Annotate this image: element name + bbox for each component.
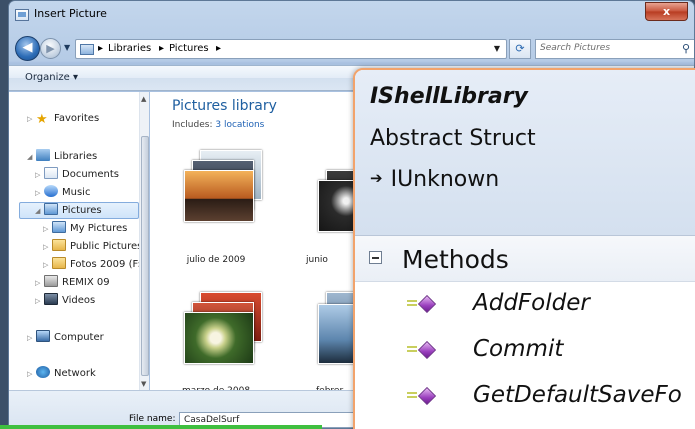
breadcrumb-separator-icon[interactable]: ▸ xyxy=(98,43,103,54)
computer-icon xyxy=(36,330,50,342)
dialog-icon xyxy=(15,9,29,21)
inheritance-arrow-icon: ➔ xyxy=(370,169,383,187)
breadcrumb-separator-icon[interactable]: ▸ xyxy=(159,43,164,54)
expand-icon[interactable]: ▷ xyxy=(35,297,44,305)
scrollbar-thumb[interactable] xyxy=(141,136,149,376)
refresh-button[interactable]: ⟳ xyxy=(509,39,531,59)
collapse-icon[interactable]: ◢ xyxy=(35,207,44,215)
close-button[interactable]: x xyxy=(645,2,688,21)
nav-item-pictures[interactable]: ◢ Pictures xyxy=(19,202,139,219)
scroll-down-icon[interactable]: ▼ xyxy=(141,380,146,388)
search-input[interactable]: Search Pictures ⚲ xyxy=(535,39,694,59)
folder-icon xyxy=(52,257,66,269)
forward-button[interactable]: ▶ xyxy=(40,38,61,59)
videos-icon xyxy=(44,293,58,305)
class-kind: Abstract Struct xyxy=(370,126,536,151)
collapse-icon[interactable]: ◢ xyxy=(27,153,36,161)
method-icon xyxy=(407,386,439,408)
class-diagram-shape[interactable]: IShellLibrary Abstract Struct ➔ IUnknown … xyxy=(353,68,695,429)
nav-pane-scrollbar[interactable]: ▲ ▼ xyxy=(139,92,149,390)
methods-section-header[interactable]: Methods xyxy=(355,236,695,282)
locations-link[interactable]: 3 locations xyxy=(215,120,264,130)
pictures-folder-icon xyxy=(52,221,66,233)
expand-icon[interactable]: ▷ xyxy=(43,261,52,269)
method-name: Commit xyxy=(473,336,564,362)
section-label: Methods xyxy=(402,245,509,274)
file-name-label: File name: xyxy=(129,414,176,424)
nav-item-computer[interactable]: ▷ Computer xyxy=(27,330,104,347)
nav-item-fotos-2009[interactable]: ▷ Fotos 2009 (F:) xyxy=(43,257,145,274)
library-title: Pictures library xyxy=(172,98,277,114)
drive-icon xyxy=(44,275,58,287)
breadcrumb-separator-icon[interactable]: ▸ xyxy=(216,43,221,54)
expand-icon[interactable]: ▷ xyxy=(43,243,52,251)
nav-item-my-pictures[interactable]: ▷ My Pictures xyxy=(43,221,127,238)
music-icon xyxy=(44,185,58,197)
navigation-row: ◀ ▶ ▼ ▸ Libraries ▸ Pictures ▸ ▼ ⟳ Searc… xyxy=(9,35,694,61)
title-bar: Insert Picture x xyxy=(9,1,694,29)
breadcrumb-pictures[interactable]: Pictures xyxy=(169,43,209,54)
nav-item-music[interactable]: ▷ Music xyxy=(35,185,90,202)
green-highlight-bar xyxy=(0,425,322,429)
organize-button[interactable]: Organize ▾ xyxy=(25,72,78,83)
folder-thumbnail[interactable] xyxy=(182,150,268,224)
nav-item-remix-09[interactable]: ▷ REMIX 09 xyxy=(35,275,110,292)
method-icon xyxy=(407,294,439,316)
class-name[interactable]: IShellLibrary xyxy=(370,84,528,109)
folder-icon xyxy=(52,239,66,251)
method-icon xyxy=(407,340,439,362)
nav-item-public-pictures[interactable]: ▷ Public Pictures xyxy=(43,239,142,256)
recent-pages-chevron-down-icon[interactable]: ▼ xyxy=(64,43,70,52)
nav-item-videos[interactable]: ▷ Videos xyxy=(35,293,95,310)
method-name: AddFolder xyxy=(473,290,590,316)
dialog-title: Insert Picture xyxy=(34,7,107,20)
expand-icon[interactable]: ▷ xyxy=(35,189,44,197)
class-header: IShellLibrary Abstract Struct ➔ IUnknown xyxy=(355,70,695,236)
search-placeholder: Search Pictures xyxy=(540,43,611,53)
base-type: ➔ IUnknown xyxy=(370,167,500,192)
nav-item-favorites[interactable]: ▷ ★ Favorites xyxy=(27,112,99,129)
address-dropdown-icon[interactable]: ▼ xyxy=(494,44,500,53)
network-icon xyxy=(36,366,50,378)
method-name: GetDefaultSaveFo xyxy=(473,382,682,408)
method-row[interactable]: GetDefaultSaveFo xyxy=(355,374,695,420)
breadcrumb-libraries[interactable]: Libraries xyxy=(108,43,151,54)
method-row[interactable]: AddFolder xyxy=(355,282,695,328)
star-icon: ★ xyxy=(36,112,48,127)
nav-item-network[interactable]: ▷ Network xyxy=(27,366,96,383)
address-bar[interactable]: ▸ Libraries ▸ Pictures ▸ ▼ xyxy=(75,39,507,59)
expand-icon[interactable]: ▷ xyxy=(35,279,44,287)
expand-icon[interactable]: ▷ xyxy=(27,334,36,342)
expand-icon[interactable]: ▷ xyxy=(27,370,36,378)
expand-icon[interactable]: ▷ xyxy=(35,171,44,179)
nav-item-documents[interactable]: ▷ Documents xyxy=(35,167,119,184)
scroll-up-icon[interactable]: ▲ xyxy=(141,95,146,103)
nav-item-libraries[interactable]: ◢ Libraries xyxy=(27,149,97,166)
documents-icon xyxy=(44,167,58,179)
expand-icon[interactable]: ▷ xyxy=(43,225,52,233)
library-icon xyxy=(80,44,94,55)
search-icon[interactable]: ⚲ xyxy=(682,42,690,55)
method-row[interactable]: Commit xyxy=(355,328,695,374)
library-includes: Includes: 3 locations xyxy=(172,120,265,130)
back-button[interactable]: ◀ xyxy=(15,36,40,61)
pictures-icon xyxy=(44,203,58,215)
libraries-icon xyxy=(36,149,50,161)
navigation-pane: ▷ ★ Favorites ◢ Libraries ▷ Documents ▷ Music… xyxy=(9,92,149,390)
folder-label[interactable]: julio de 2009 xyxy=(156,255,276,265)
expand-icon[interactable]: ▷ xyxy=(27,115,36,123)
folder-thumbnail[interactable] xyxy=(182,292,268,366)
collapse-section-icon[interactable] xyxy=(369,251,382,264)
